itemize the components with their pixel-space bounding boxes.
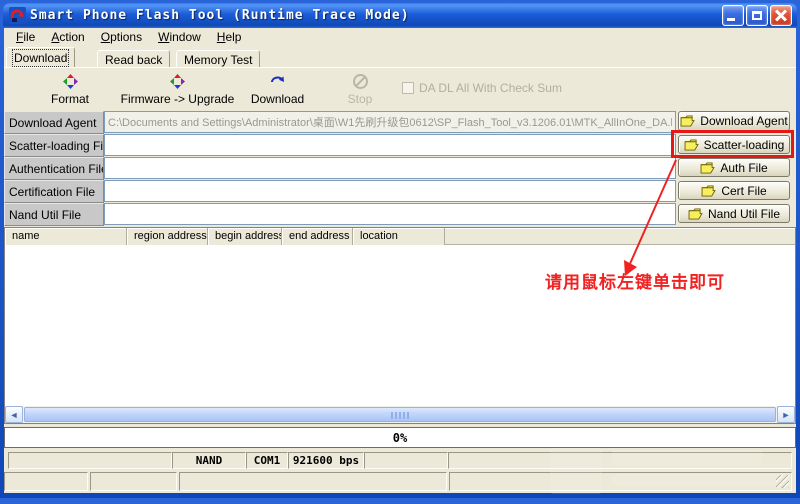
list-header: name region address begin address end ad…: [5, 228, 795, 245]
menu-file[interactable]: File: [8, 28, 43, 47]
close-icon: [771, 6, 791, 25]
status-cell-storage: NAND: [172, 452, 246, 469]
auth-file-browse-button[interactable]: Auth File: [678, 158, 790, 177]
tab-download[interactable]: Download: [6, 47, 75, 67]
title-bar[interactable]: Smart Phone Flash Tool (Runtime Trace Mo…: [3, 3, 797, 28]
scatter-file-label: Scatter-loading File: [4, 134, 104, 157]
scatter-file-input[interactable]: [104, 134, 676, 156]
header-filler: [445, 228, 795, 244]
annotation-text: 请用鼠标左键单击即可: [545, 268, 725, 293]
auth-file-label: Authentication File: [4, 157, 104, 180]
tab-strip: Download Read back Memory Test: [4, 47, 796, 67]
download-button[interactable]: Download: [240, 73, 315, 106]
partition-list: name region address begin address end ad…: [4, 227, 796, 424]
resize-grip[interactable]: [776, 475, 789, 488]
tab-memory-test[interactable]: Memory Test: [176, 50, 260, 67]
maximize-button[interactable]: [746, 5, 768, 26]
download-agent-browse-label: Download Agent: [700, 114, 787, 128]
nand-util-label: Nand Util File: [4, 203, 104, 226]
checksum-checkbox: [402, 82, 414, 94]
cert-file-input[interactable]: [104, 180, 676, 202]
minimize-icon: [727, 18, 735, 21]
auth-file-browse-label: Auth File: [720, 161, 767, 175]
app-window: { "window": { "title": "Smart Phone Flas…: [0, 0, 800, 498]
checksum-label: DA DL All With Check Sum: [419, 81, 562, 95]
folder-icon: [701, 185, 716, 197]
maximize-icon: [752, 11, 762, 20]
download-agent-browse-button[interactable]: Download Agent: [678, 111, 790, 131]
tab-read-back[interactable]: Read back: [97, 50, 170, 67]
close-button[interactable]: [770, 5, 792, 26]
header-end-address[interactable]: end address: [282, 228, 353, 245]
status-cell-empty-2: [364, 452, 448, 469]
progress-bar: 0%: [4, 427, 796, 448]
tab-read-back-label: Read back: [105, 53, 162, 67]
status-bar: NAND COM1 921600 bps: [4, 452, 796, 469]
horizontal-scrollbar[interactable]: ◄ ►: [5, 406, 795, 423]
stop-button: Stop: [330, 73, 390, 106]
header-name[interactable]: name: [5, 228, 127, 245]
status2-cell-4: [449, 472, 792, 491]
stop-label: Stop: [348, 92, 373, 106]
menu-options[interactable]: Options: [93, 28, 150, 47]
folder-icon: [680, 115, 695, 127]
status2-cell-2: [90, 472, 177, 491]
toolbar: Format Firmware -> Upgrade Download: [4, 68, 796, 111]
download-icon: [269, 73, 286, 90]
menu-action[interactable]: Action: [43, 28, 92, 47]
status-cell-empty-1: [8, 452, 172, 469]
status-cell-baud: 921600 bps: [288, 452, 364, 469]
scroll-left-button[interactable]: ◄: [5, 406, 23, 423]
progress-value: 0%: [393, 431, 407, 445]
tab-download-label: Download: [14, 51, 67, 65]
status-cell-empty-3: [448, 452, 792, 469]
download-agent-label: Download Agent: [4, 111, 104, 134]
auth-file-input[interactable]: [104, 157, 676, 179]
download-agent-input[interactable]: [104, 111, 676, 133]
cert-file-label: Certification File: [4, 180, 104, 203]
format-button[interactable]: Format: [30, 73, 110, 106]
scrollbar-thumb[interactable]: [24, 407, 776, 422]
scrollbar-grip: [391, 412, 409, 419]
folder-icon: [700, 162, 715, 174]
status-bar-2: [4, 472, 796, 491]
folder-icon: [688, 208, 703, 220]
window-title: Smart Phone Flash Tool (Runtime Trace Mo…: [30, 8, 722, 23]
nand-util-browse-label: Nand Util File: [708, 207, 780, 221]
menu-window[interactable]: Window: [150, 28, 209, 47]
status2-cell-3: [179, 472, 447, 491]
menu-help[interactable]: Help: [209, 28, 250, 47]
firmware-upgrade-button[interactable]: Firmware -> Upgrade: [110, 73, 245, 106]
stop-icon: [352, 73, 369, 90]
header-region-address[interactable]: region address: [127, 228, 208, 245]
header-location[interactable]: location: [353, 228, 445, 245]
cert-file-browse-label: Cert File: [721, 184, 766, 198]
download-label: Download: [251, 92, 304, 106]
client-area: File Action Options Window Help Download…: [4, 28, 796, 493]
header-begin-address[interactable]: begin address: [208, 228, 282, 245]
app-icon: [9, 7, 26, 24]
format-icon: [62, 73, 79, 90]
minimize-button[interactable]: [722, 5, 744, 26]
firmware-upgrade-label: Firmware -> Upgrade: [121, 92, 235, 106]
status2-cell-1: [4, 472, 88, 491]
nand-util-input[interactable]: [104, 203, 676, 225]
firmware-upgrade-icon: [169, 73, 186, 90]
checksum-option: DA DL All With Check Sum: [402, 81, 562, 95]
format-label: Format: [51, 92, 89, 106]
highlight-rectangle: [671, 130, 794, 158]
menu-bar: File Action Options Window Help: [4, 28, 796, 47]
cert-file-browse-button[interactable]: Cert File: [678, 181, 790, 200]
tab-memory-test-label: Memory Test: [184, 53, 252, 67]
scroll-right-button[interactable]: ►: [777, 406, 795, 423]
status-cell-port: COM1: [246, 452, 288, 469]
nand-util-browse-button[interactable]: Nand Util File: [678, 204, 790, 223]
